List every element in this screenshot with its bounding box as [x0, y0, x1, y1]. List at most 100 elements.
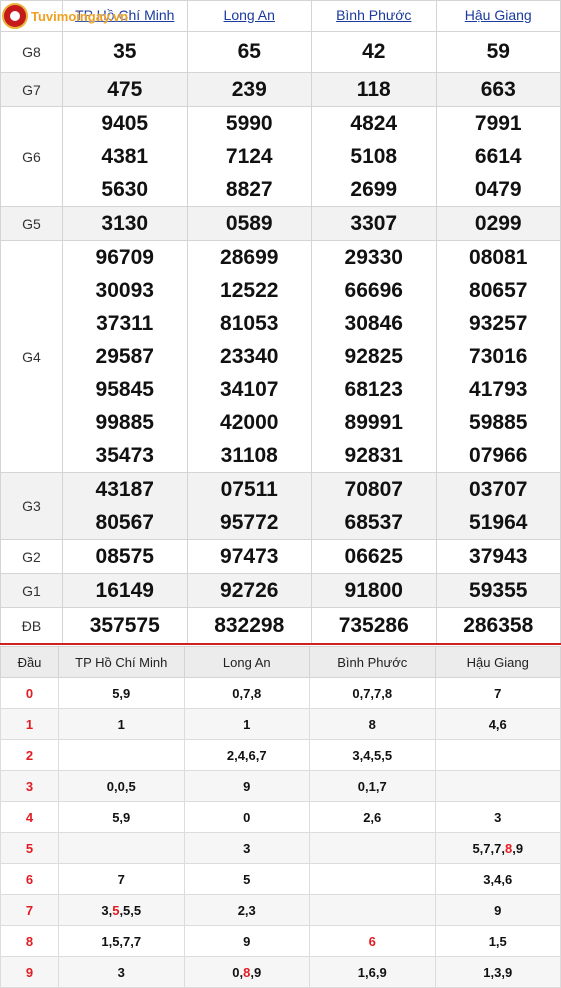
prize-number: 23340: [220, 345, 279, 368]
prize-row-g3: G3 43187 80567 07511 95772 70807 68537 03707 519…: [0, 472, 561, 540]
prize-label: G8: [0, 31, 63, 73]
loto-cell: 3,4,5,5: [309, 739, 436, 771]
prize-number: 07511: [220, 478, 278, 501]
loto-digits: 3: [243, 840, 251, 856]
prize-number: 9405: [101, 112, 149, 135]
prize-number: 93257: [469, 312, 528, 335]
loto-cell: [309, 832, 436, 864]
prize-number: 34107: [220, 378, 279, 401]
loto-digits: ,5,5: [119, 902, 142, 918]
prize-number: 5108: [350, 145, 398, 168]
site-logo[interactable]: Tuvimoingay.vn: [2, 2, 128, 30]
loto-highlight: 6: [368, 933, 376, 949]
prize-cell: 91800: [311, 573, 437, 608]
loto-cell: 2,3: [183, 894, 310, 926]
prize-cell: 59355: [435, 573, 561, 608]
loto-header-long-an: Long An: [183, 646, 310, 678]
prize-number: 239: [231, 78, 267, 101]
loto-header-binh-phuoc: Bình Phước: [309, 646, 436, 678]
prize-cell: 97473: [186, 539, 312, 574]
loto-digits: 3,: [101, 902, 113, 918]
prize-cell: 96709 30093 37311 29587 95845 99885 35473: [62, 240, 188, 473]
loto-digits: ,9: [250, 964, 262, 980]
prize-number: 59: [486, 40, 510, 63]
prize-number: 95845: [95, 378, 154, 401]
prize-number: 357575: [89, 614, 160, 637]
prize-cell: 37943: [435, 539, 561, 574]
prize-number: 4824: [350, 112, 398, 135]
loto-dau: 3: [0, 770, 59, 802]
prize-number: 99885: [95, 411, 154, 434]
loto-digits: 0,: [232, 964, 244, 980]
prize-row-db: ĐB 357575 832298 735286 286358: [0, 607, 561, 645]
loto-cell: 9: [434, 894, 561, 926]
prize-number: 42: [362, 40, 386, 63]
loto-digits: 3,4,6: [483, 871, 513, 887]
results-table: TP Hồ Chí Minh Long An Bình Phước Hậu Gi…: [0, 0, 561, 645]
loto-cell: 7: [434, 677, 561, 709]
prize-number: 0479: [474, 178, 522, 201]
loto-cell: 1: [58, 708, 185, 740]
prize-number: 5630: [101, 178, 149, 201]
loto-cell: 1,3,9: [434, 956, 561, 988]
prize-number: 6614: [474, 145, 522, 168]
prize-cell: 42: [311, 31, 437, 73]
logo-text: Tuvimoingay.vn: [31, 8, 129, 24]
prize-number: 81053: [220, 312, 279, 335]
loto-dau: 7: [0, 894, 59, 926]
loto-dau: 8: [0, 925, 59, 957]
prize-label: ĐB: [0, 607, 63, 645]
province-link-binh-phuoc[interactable]: Bình Phước: [336, 7, 411, 23]
prize-row-g8: G8 35 65 42 59: [0, 31, 561, 73]
loto-digits: 1: [117, 716, 125, 732]
logo-emblem-icon: [2, 3, 28, 29]
loto-cell: 6: [309, 925, 436, 957]
prize-number: 29587: [95, 345, 154, 368]
loto-digits: 5: [243, 871, 251, 887]
loto-digits: 3: [117, 964, 125, 980]
prize-cell: 735286: [311, 607, 437, 645]
prize-cell: 832298: [186, 607, 312, 645]
province-link-hau-giang[interactable]: Hậu Giang: [465, 7, 532, 23]
province-link-long-an[interactable]: Long An: [224, 7, 275, 23]
prize-cell: 9405 4381 5630: [62, 106, 188, 207]
prize-number: 5990: [225, 112, 273, 135]
loto-table: Đầu TP Hồ Chí Minh Long An Bình Phước Hậ…: [0, 646, 561, 988]
loto-digits: 1,3,9: [483, 964, 513, 980]
loto-cell: 2,4,6,7: [183, 739, 310, 771]
prize-row-g5: G5 3130 0589 3307 0299: [0, 206, 561, 241]
prize-number: 41793: [469, 378, 528, 401]
prize-number: 06625: [344, 545, 403, 568]
prize-number: 118: [356, 78, 391, 101]
prize-row-g7: G7 475 239 118 663: [0, 72, 561, 107]
prize-cell: 92726: [186, 573, 312, 608]
prize-number: 43187: [95, 478, 154, 501]
prize-number: 80567: [95, 511, 154, 534]
prize-cell: 35: [62, 31, 188, 73]
prize-number: 30093: [95, 279, 154, 302]
prize-number: 7124: [225, 145, 273, 168]
prize-number: 59355: [469, 579, 528, 602]
loto-dau: 2: [0, 739, 59, 771]
prize-number: 65: [237, 40, 261, 63]
section-divider: [0, 643, 561, 645]
prize-number: 663: [480, 78, 516, 101]
loto-cell: 9: [183, 770, 310, 802]
loto-cell: 0: [183, 801, 310, 833]
prize-cell: 3307: [311, 206, 437, 241]
loto-dau: 0: [0, 677, 59, 709]
loto-header-row: Đầu TP Hồ Chí Minh Long An Bình Phước Hậ…: [0, 646, 561, 678]
loto-cell: 0,8,9: [183, 956, 310, 988]
loto-cell: 1,5: [434, 925, 561, 957]
prize-number: 91800: [344, 579, 403, 602]
prize-number: 4381: [101, 145, 149, 168]
prize-number: 3307: [350, 212, 398, 235]
prize-cell: 0299: [435, 206, 561, 241]
loto-digits: 3,4,5,5: [352, 747, 393, 763]
prize-number: 286358: [463, 614, 534, 637]
loto-row: 0 5,9 0,7,8 0,7,7,8 7: [0, 677, 561, 709]
prize-row-g1: G1 16149 92726 91800 59355: [0, 573, 561, 608]
prize-cell: 239: [186, 72, 312, 107]
prize-number: 66696: [344, 279, 403, 302]
prize-number: 59885: [469, 411, 528, 434]
